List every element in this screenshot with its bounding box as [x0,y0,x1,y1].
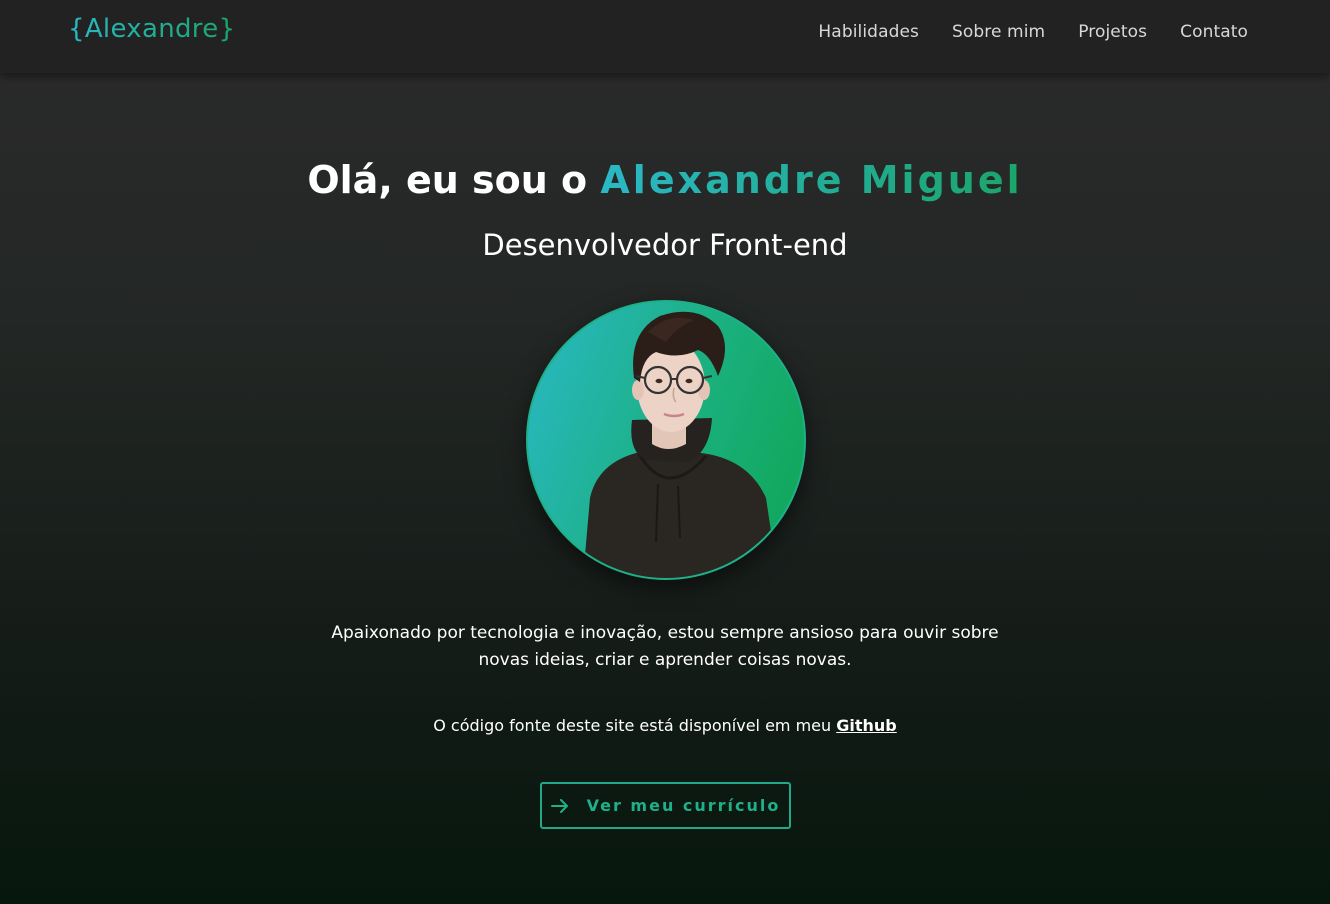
nav-link-projetos[interactable]: Projetos [1078,22,1147,42]
hero-name: Alexandre Miguel [600,158,1023,202]
hero-greeting: Olá, eu sou o [307,158,601,202]
profile-photo [583,311,778,578]
site-logo[interactable]: {Alexandre} [68,14,235,44]
source-code-text: O código fonte deste site está disponíve… [433,716,837,735]
hero-description: Apaixonado por tecnologia e inovação, es… [331,623,999,670]
profile-avatar [526,300,806,580]
view-resume-label: Ver meu currículo [586,796,781,815]
nav-link-sobre-mim[interactable]: Sobre mim [952,22,1045,42]
nav-link-habilidades[interactable]: Habilidades [818,22,919,42]
source-code-note: O código fonte deste site está disponíve… [0,716,1330,735]
view-resume-button[interactable]: Ver meu currículo [540,782,791,829]
arrow-right-icon [550,798,569,813]
github-link[interactable]: Github [836,716,897,735]
hero-subtitle: Desenvolvedor Front-end [482,228,848,262]
navbar: {Alexandre} Habilidades Sobre mim Projet… [0,0,1330,73]
nav-link-contato[interactable]: Contato [1180,22,1248,42]
hero-title: Olá, eu sou o Alexandre Miguel [0,158,1330,202]
nav-menu: Habilidades Sobre mim Projetos Contato [818,22,1248,42]
